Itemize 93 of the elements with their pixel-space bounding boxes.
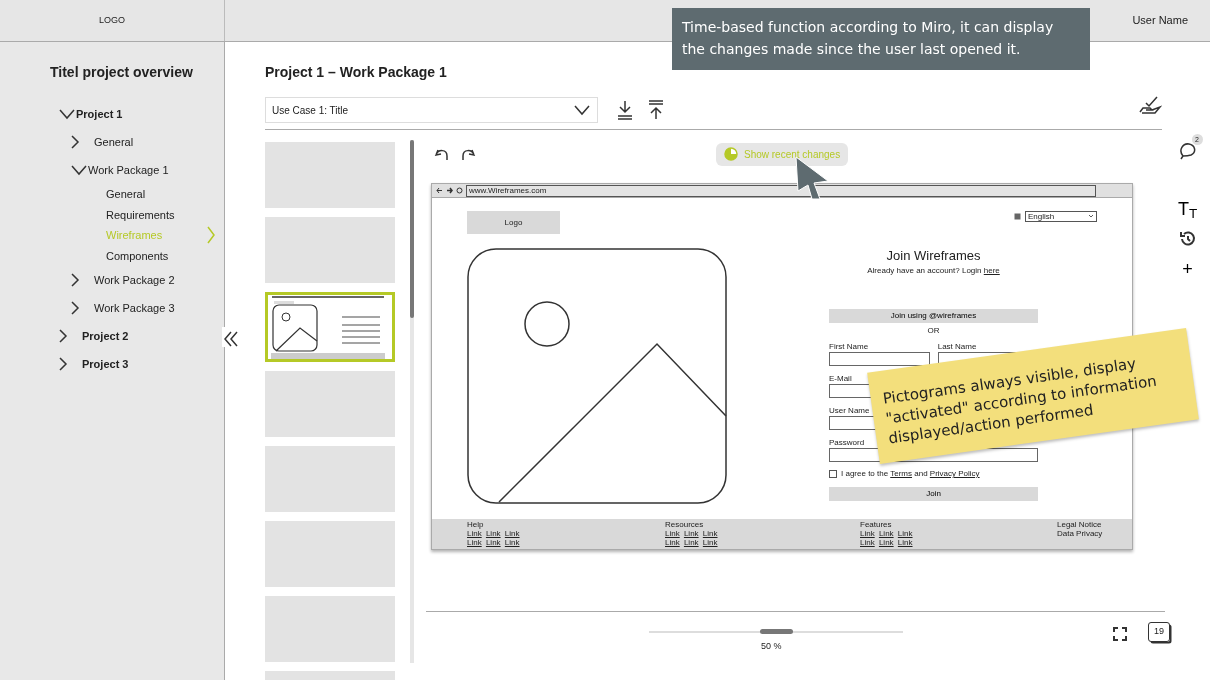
- chevron-right-icon: [206, 226, 216, 245]
- footer-link[interactable]: Link: [467, 538, 482, 547]
- tree-item[interactable]: Project 2: [82, 327, 129, 345]
- footer-link[interactable]: Link: [665, 529, 680, 538]
- sidebar-title: Titel project overview: [49, 63, 194, 82]
- redo-icon[interactable]: [460, 147, 476, 161]
- page-thumbnail[interactable]: [265, 521, 395, 587]
- image-placeholder-icon: [467, 248, 727, 504]
- forward-icon[interactable]: [446, 187, 453, 194]
- footer-link[interactable]: Link: [504, 538, 520, 547]
- tree-item[interactable]: Work Package 2: [94, 271, 175, 289]
- footer-link[interactable]: Link: [665, 538, 680, 547]
- chevron-down-icon: [1088, 214, 1094, 218]
- footer-link[interactable]: Link: [878, 529, 894, 538]
- tree-item[interactable]: Project 1: [76, 105, 123, 123]
- page-title: Project 1 – Work Package 1: [265, 64, 447, 80]
- footer-link[interactable]: Link: [467, 529, 482, 538]
- chevron-down-icon: [573, 104, 591, 116]
- footer-link[interactable]: Link: [485, 538, 501, 547]
- undo-icon[interactable]: [434, 147, 450, 161]
- chevron-right-icon[interactable]: [70, 301, 80, 315]
- footer-link[interactable]: Link: [683, 538, 699, 547]
- tree-item[interactable]: Requirements: [106, 206, 175, 223]
- terms-link[interactable]: Terms: [890, 469, 912, 478]
- footer-link[interactable]: Link: [702, 529, 718, 538]
- checkbox[interactable]: [829, 470, 837, 478]
- text-size-button[interactable]: T$_{T}$: [1177, 200, 1198, 219]
- tree-item[interactable]: General: [106, 186, 146, 203]
- logo: LOGO: [99, 13, 125, 27]
- page-thumbnail[interactable]: [265, 371, 395, 437]
- hand-check-icon[interactable]: [1138, 95, 1162, 115]
- chevron-right-icon[interactable]: [70, 135, 80, 149]
- login-prompt: Already have an account? Login here: [866, 266, 1001, 276]
- footer-link[interactable]: Link: [897, 538, 913, 547]
- fullscreen-icon[interactable]: [1113, 627, 1127, 641]
- double-chevron-left-icon[interactable]: [224, 330, 238, 347]
- pie-chart-icon: [724, 147, 738, 161]
- page-thumbnail[interactable]: [265, 292, 395, 362]
- footer-link[interactable]: Link: [860, 538, 875, 547]
- tooltip: Time-based function according to Miro, it can display the changes made since the user last opened it.: [672, 8, 1090, 70]
- logo-link[interactable]: Logo: [467, 211, 560, 234]
- footer-link[interactable]: Legal Notice: [1057, 520, 1102, 529]
- footer-link[interactable]: Link: [860, 529, 875, 538]
- page-thumbnail[interactable]: [265, 596, 395, 662]
- address-bar[interactable]: www.Wireframes.com: [466, 184, 1096, 197]
- tree-item[interactable]: Components: [106, 247, 169, 264]
- footer-heading: Resources: [665, 520, 705, 529]
- login-link[interactable]: here: [983, 266, 1000, 275]
- join-button[interactable]: Join: [829, 487, 1038, 501]
- footer-link[interactable]: Link: [683, 529, 699, 538]
- field-label: Password: [829, 438, 865, 448]
- tree-item[interactable]: Work Package 1: [88, 161, 169, 179]
- terms-text: I agree to the Terms and Privacy Policy: [841, 469, 980, 479]
- calendar-icon[interactable]: 19: [1148, 622, 1170, 642]
- footer-link[interactable]: Link: [504, 529, 520, 538]
- upload-icon[interactable]: [647, 100, 665, 120]
- page-thumbnail[interactable]: [265, 142, 395, 208]
- add-button[interactable]: +: [1182, 260, 1193, 279]
- download-icon[interactable]: [616, 100, 634, 120]
- footer-link[interactable]: Link: [702, 538, 718, 547]
- social-join-button[interactable]: Join using @wireframes: [829, 309, 1038, 323]
- user-name[interactable]: User Name: [1132, 12, 1188, 29]
- field-label: First Name: [829, 342, 869, 352]
- zoom-reading: 50 %: [761, 640, 782, 653]
- scrollbar[interactable]: [410, 140, 414, 663]
- footer-link[interactable]: Data Privacy: [1057, 529, 1103, 538]
- footer-link[interactable]: Link: [485, 529, 501, 538]
- footer-heading: Help: [467, 520, 485, 529]
- language-select[interactable]: English: [1025, 211, 1097, 222]
- field-label: E-Mail: [829, 374, 852, 384]
- tree-item[interactable]: General: [94, 133, 134, 151]
- page-thumbnail[interactable]: [265, 217, 395, 283]
- chevron-down-icon[interactable]: [70, 164, 88, 176]
- comment-icon[interactable]: [1178, 142, 1197, 161]
- refresh-icon[interactable]: [456, 187, 463, 194]
- signup-heading: Join Wireframes: [885, 247, 982, 265]
- footer-link[interactable]: Link: [897, 529, 913, 538]
- back-icon[interactable]: [436, 187, 443, 194]
- use-case-dropdown[interactable]: Use Case 1: Title: [265, 97, 598, 123]
- chevron-right-icon[interactable]: [58, 329, 68, 343]
- privacy-link[interactable]: Privacy Policy: [929, 469, 980, 478]
- or-divider: OR: [927, 326, 940, 336]
- page-thumbnail[interactable]: [265, 446, 395, 512]
- footer-link[interactable]: Link: [878, 538, 894, 547]
- chevron-down-icon[interactable]: [58, 108, 76, 120]
- tree-item[interactable]: Project 3: [82, 355, 129, 373]
- input-field[interactable]: [829, 352, 930, 366]
- field-label: Last Name: [937, 342, 977, 352]
- tree-item[interactable]: Work Package 3: [94, 299, 175, 317]
- chevron-right-icon[interactable]: [70, 273, 80, 287]
- footer-heading: Features: [860, 520, 893, 529]
- field-label: User Name: [829, 406, 870, 416]
- chevron-right-icon[interactable]: [58, 357, 68, 371]
